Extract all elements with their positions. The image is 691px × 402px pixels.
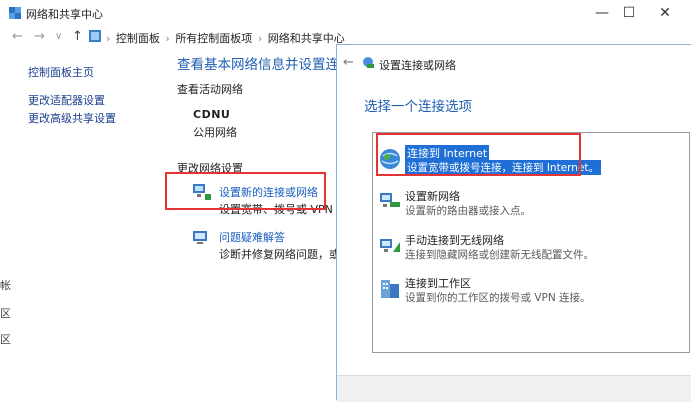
- main-content: 查看基本网络信息并设置连接 查看活动网络 CDNU 公用网络 更改网络设置 设置…: [177, 48, 362, 400]
- option-desc: 设置到你的工作区的拨号或 VPN 连接。: [405, 292, 591, 304]
- network-icon: [380, 193, 400, 207]
- sidebar-item-control-panel-home[interactable]: 控制面板主页: [28, 64, 94, 80]
- breadcrumb-item-control-panel[interactable]: 控制面板: [116, 32, 160, 45]
- page-title: 查看基本网络信息并设置连接: [177, 57, 353, 73]
- troubleshoot-icon: [193, 231, 207, 244]
- dialog-title: 设置连接或网络: [379, 59, 456, 72]
- option-desc: 设置新的路由器或接入点。: [405, 205, 531, 217]
- background-window-edge: 帐 区 区: [0, 279, 11, 346]
- highlight-frame-new-connection: [165, 172, 326, 210]
- sidebar-item-advanced-sharing[interactable]: 更改高级共享设置: [28, 110, 116, 126]
- wireless-icon: [380, 239, 400, 252]
- network-center-icon: [9, 7, 21, 19]
- sidebar: 控制面板主页 更改适配器设置 更改高级共享设置: [0, 48, 170, 348]
- sidebar-item-adapter-settings[interactable]: 更改适配器设置: [28, 92, 105, 108]
- network-name: CDNU: [193, 108, 231, 121]
- dialog-network-icon: [363, 57, 374, 68]
- maximize-button[interactable]: ☐: [612, 0, 646, 26]
- network-type: 公用网络: [193, 126, 237, 139]
- back-arrow-icon[interactable]: ←: [12, 29, 23, 44]
- breadcrumb-item-network-center[interactable]: 网络和共享中心: [268, 32, 345, 45]
- chevron-down-icon[interactable]: ∨: [55, 31, 62, 42]
- breadcrumb-item-all-items[interactable]: 所有控制面板项: [175, 32, 252, 45]
- window-title: 网络和共享中心: [26, 8, 103, 21]
- option-desc: 连接到隐藏网络或创建新无线配置文件。: [405, 249, 594, 261]
- dialog-heading: 选择一个连接选项: [364, 99, 472, 115]
- option-manual-wireless[interactable]: 手动连接到无线网络 连接到隐藏网络或创建新无线配置文件。: [375, 230, 689, 272]
- up-arrow-icon[interactable]: ↑: [72, 29, 83, 44]
- breadcrumb: › 控制面板 › 所有控制面板项 › 网络和共享中心: [106, 32, 345, 45]
- highlight-frame-internet-option: [376, 133, 581, 176]
- title-bar: 网络和共享中心 — ☐ ✕: [0, 0, 691, 26]
- dialog-back-arrow-icon[interactable]: ←: [343, 55, 354, 70]
- main-window: 网络和共享中心 — ☐ ✕ ← → ∨ ↑ › 控制面板 › 所有控制面板项 ›…: [0, 0, 691, 402]
- option-setup-new-network[interactable]: 设置新网络 设置新的路由器或接入点。: [375, 186, 689, 228]
- workplace-icon: [381, 280, 399, 298]
- troubleshoot-link[interactable]: 问题疑难解答: [219, 229, 285, 245]
- option-name: 连接到工作区: [405, 277, 471, 290]
- option-connect-workplace[interactable]: 连接到工作区 设置到你的工作区的拨号或 VPN 连接。: [375, 273, 689, 315]
- dialog-footer: [337, 375, 691, 402]
- active-networks-label: 查看活动网络: [177, 83, 243, 96]
- setup-connection-dialog: ← 设置连接或网络 选择一个连接选项 连接到 Internet 设置宽带或拨号连…: [336, 44, 691, 402]
- close-button[interactable]: ✕: [648, 0, 682, 26]
- option-name: 设置新网络: [405, 190, 460, 203]
- option-name: 手动连接到无线网络: [405, 234, 504, 247]
- forward-arrow-icon[interactable]: →: [34, 29, 45, 44]
